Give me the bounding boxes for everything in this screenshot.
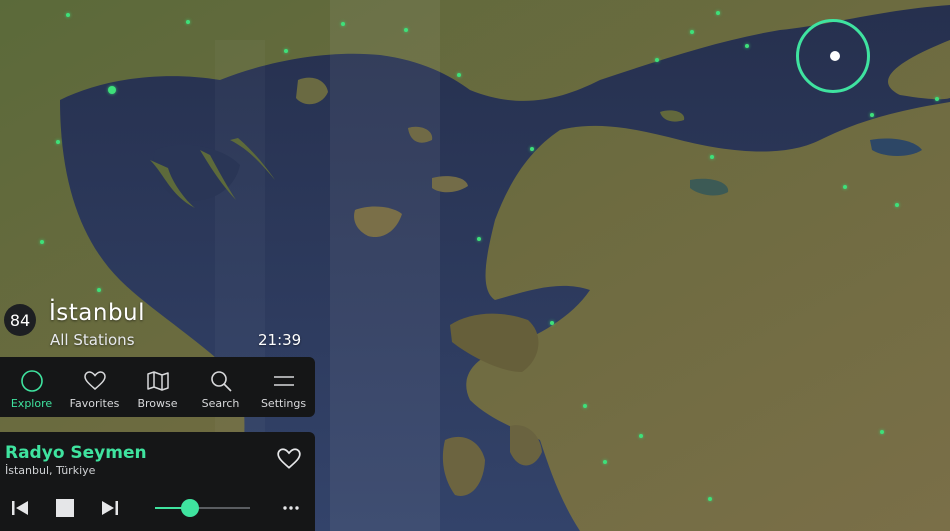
station-marker[interactable] (550, 321, 554, 325)
city-name: İstanbul (49, 300, 146, 326)
selected-city-marker[interactable] (830, 51, 840, 61)
station-marker[interactable] (745, 44, 749, 48)
nav-item-search[interactable]: Search (189, 357, 252, 417)
heart-icon (83, 371, 106, 390)
nav-label: Search (201, 397, 240, 410)
more-dots-icon (283, 506, 299, 510)
station-marker[interactable] (97, 288, 101, 292)
station-marker[interactable] (40, 240, 44, 244)
station-marker[interactable] (603, 460, 607, 464)
station-marker[interactable] (583, 404, 587, 408)
station-marker[interactable] (66, 13, 70, 17)
station-marker[interactable] (108, 86, 116, 94)
stop-icon[interactable] (54, 497, 76, 519)
station-marker[interactable] (284, 49, 288, 53)
nav-label: Browse (137, 397, 178, 410)
next-icon[interactable] (99, 497, 121, 519)
station-marker[interactable] (716, 11, 720, 15)
station-marker[interactable] (708, 497, 712, 501)
station-marker[interactable] (895, 203, 899, 207)
station-marker[interactable] (530, 147, 534, 151)
station-marker[interactable] (639, 434, 643, 438)
volume-knob[interactable] (181, 499, 200, 517)
search-icon (210, 371, 232, 392)
station-marker[interactable] (935, 97, 939, 101)
nav-label: Favorites (69, 397, 120, 410)
station-marker[interactable] (870, 113, 874, 117)
local-time: 21:39 (258, 331, 302, 349)
nav-label: Explore (10, 397, 53, 410)
nav-item-settings[interactable]: Settings (252, 357, 315, 417)
more-options-button[interactable] (278, 498, 304, 518)
nav-label: Settings (260, 397, 307, 410)
station-marker[interactable] (655, 58, 659, 62)
volume-slider[interactable] (155, 499, 250, 517)
station-marker[interactable] (690, 30, 694, 34)
bottom-nav: Explore Favorites Browse Search Settings (0, 357, 315, 417)
station-marker[interactable] (710, 155, 714, 159)
now-playing-panel: Radyo Seymen İstanbul, Türkiye (0, 432, 315, 531)
city-info: 84 İstanbul All Stations 21:39 (0, 300, 315, 350)
nav-item-browse[interactable]: Browse (126, 357, 189, 417)
station-marker[interactable] (457, 73, 461, 77)
station-marker[interactable] (186, 20, 190, 24)
nav-item-favorites[interactable]: Favorites (63, 357, 126, 417)
explore-circle-icon (20, 370, 43, 392)
station-marker[interactable] (404, 28, 408, 32)
previous-icon[interactable] (9, 497, 31, 519)
station-name[interactable]: Radyo Seymen (5, 443, 147, 463)
station-location: İstanbul, Türkiye (5, 464, 96, 477)
station-marker[interactable] (341, 22, 345, 26)
station-marker[interactable] (880, 430, 884, 434)
nav-item-explore[interactable]: Explore (0, 357, 63, 417)
station-marker[interactable] (843, 185, 847, 189)
map-icon (146, 371, 169, 391)
station-marker[interactable] (477, 237, 481, 241)
favorite-heart-icon[interactable] (276, 446, 302, 472)
city-subtitle[interactable]: All Stations (50, 331, 135, 349)
station-marker[interactable] (56, 140, 60, 144)
station-count-badge: 84 (4, 304, 36, 336)
menu-lines-icon (273, 376, 294, 386)
